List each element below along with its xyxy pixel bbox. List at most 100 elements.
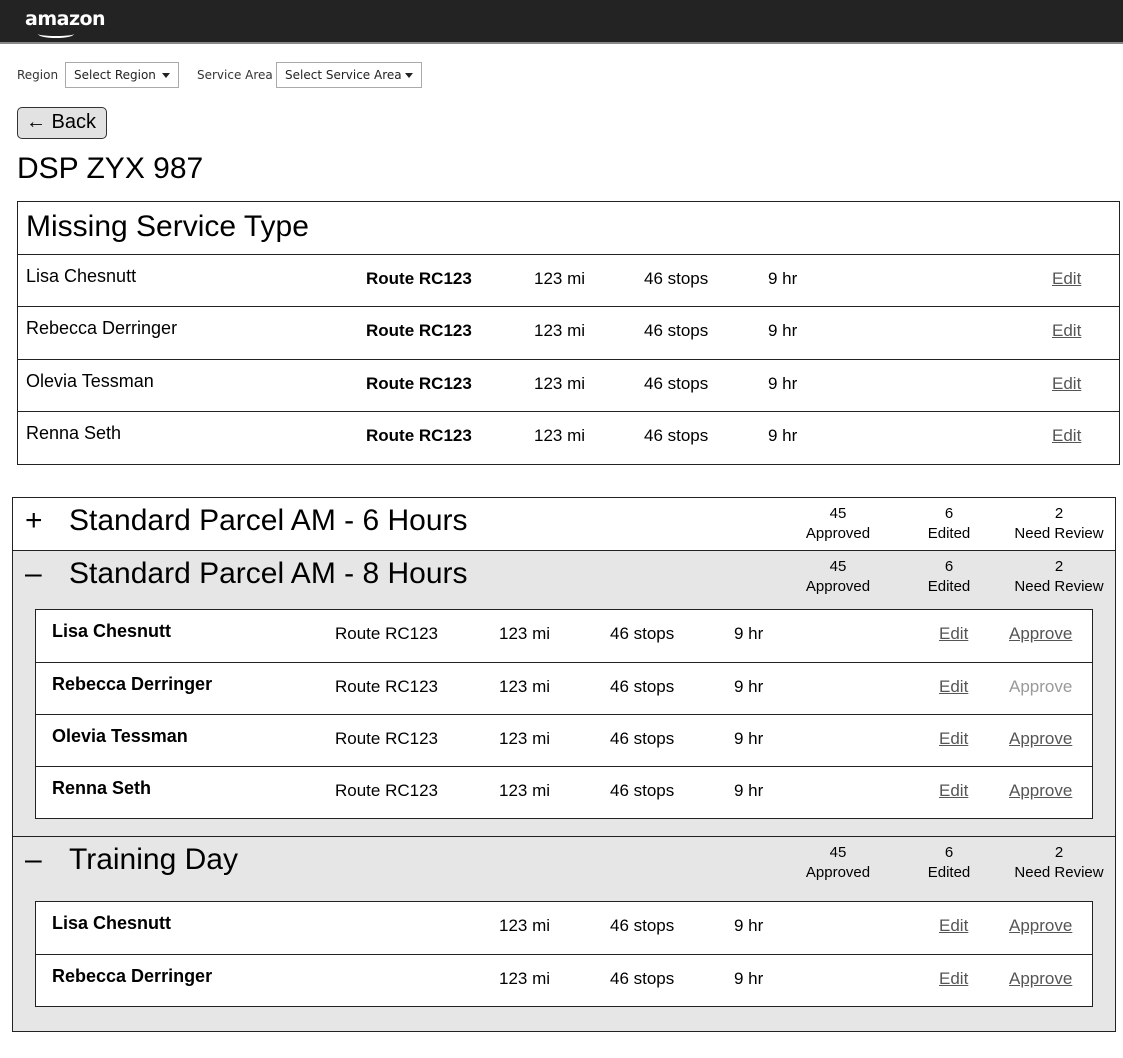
route: Route RC123	[366, 321, 472, 341]
approve-link[interactable]: Approve	[1009, 969, 1072, 989]
review-label: Need Review	[1014, 525, 1104, 542]
edited-label: Edited	[927, 864, 971, 881]
back-button[interactable]: ← Back	[17, 107, 107, 139]
approved-stat: 45 Approved	[778, 843, 898, 883]
table-row: Olevia Tessman Route RC123 123 mi 46 sto…	[36, 714, 1092, 766]
group-title: Training Day	[69, 843, 238, 876]
edit-link[interactable]: Edit	[939, 781, 968, 801]
top-bar: amazon	[0, 0, 1123, 44]
approved-count: 45	[829, 844, 847, 861]
stops: 46 stops	[610, 781, 675, 800]
hours: 9 hr	[768, 269, 798, 288]
collapse-icon[interactable]: –	[25, 557, 42, 591]
review-label: Need Review	[1014, 864, 1104, 881]
missing-service-type-table: Missing Service Type Lisa Chesnutt Route…	[17, 201, 1120, 465]
group-header[interactable]: – Standard Parcel AM - 8 Hours 45 Approve…	[13, 550, 1115, 602]
driver-name: Olevia Tessman	[52, 726, 188, 746]
driver-name: Rebecca Derringer	[52, 966, 213, 986]
edit-link[interactable]: Edit	[939, 969, 968, 989]
driver-name: Lisa Chesnutt	[26, 266, 137, 286]
edit-link[interactable]: Edit	[939, 916, 968, 936]
group-header[interactable]: – Training Day 45 Approved 6 Edited 2 Need …	[13, 836, 1115, 888]
edited-stat: 6 Edited	[889, 557, 1009, 597]
hours: 9 hr	[768, 425, 798, 445]
miles: 123 mi	[499, 781, 551, 800]
region-select[interactable]: Select Region	[65, 62, 179, 88]
group-header[interactable]: + Standard Parcel AM - 6 Hours 45 Approve…	[13, 498, 1115, 550]
hours: 9 hr	[734, 969, 764, 988]
approve-link[interactable]: Approve	[1009, 677, 1072, 697]
route: Route RC123	[366, 373, 472, 393]
edit-link[interactable]: Edit	[1052, 426, 1081, 446]
stops: 46 stops	[610, 677, 675, 696]
approve-link[interactable]: Approve	[1009, 781, 1072, 801]
region-select-value: Select Region	[74, 68, 156, 82]
need-review-stat: 2 Need Review	[999, 843, 1119, 883]
route: Route RC123	[366, 425, 472, 445]
group-title: Standard Parcel AM - 8 Hours	[69, 557, 468, 590]
hours: 9 hr	[734, 624, 764, 643]
hours: 9 hr	[734, 677, 764, 696]
hours: 9 hr	[734, 729, 764, 748]
approve-link[interactable]: Approve	[1009, 624, 1072, 644]
miles: 123 mi	[499, 969, 551, 988]
stops: 46 stops	[610, 624, 675, 643]
edited-stat: 6 Edited	[889, 843, 1009, 883]
edit-link[interactable]: Edit	[939, 729, 968, 749]
edit-link[interactable]: Edit	[939, 677, 968, 697]
collapse-icon[interactable]: –	[25, 843, 42, 877]
approved-label: Approved	[805, 864, 871, 881]
driver-name: Renna Seth	[26, 422, 122, 443]
stops: 46 stops	[644, 373, 709, 393]
approved-count: 45	[829, 505, 847, 522]
group-rows-table: Lisa Chesnutt Route RC123 123 mi 46 stop…	[35, 609, 1093, 819]
dropdown-caret-icon	[162, 73, 170, 78]
hours: 9 hr	[734, 781, 764, 800]
need-review-stat: 2 Need Review	[999, 504, 1119, 544]
approve-link[interactable]: Approve	[1009, 916, 1072, 936]
approved-label: Approved	[805, 525, 871, 542]
edited-label: Edited	[927, 578, 971, 595]
miles: 123 mi	[499, 729, 551, 748]
approved-stat: 45 Approved	[778, 557, 898, 597]
miles: 123 mi	[534, 269, 586, 288]
review-label: Need Review	[1014, 578, 1104, 595]
miles: 123 mi	[534, 321, 586, 341]
miles: 123 mi	[499, 677, 551, 696]
stops: 46 stops	[644, 321, 709, 341]
edited-count: 6	[944, 844, 954, 861]
driver-name: Rebecca Derringer	[26, 318, 178, 339]
edit-link[interactable]: Edit	[939, 624, 968, 644]
edit-link[interactable]: Edit	[1052, 269, 1081, 289]
amazon-smile-icon	[38, 30, 74, 38]
driver-name: Lisa Chesnutt	[52, 913, 172, 933]
driver-name: Rebecca Derringer	[52, 674, 213, 694]
page-title: DSP ZYX 987	[17, 152, 204, 185]
edited-label: Edited	[927, 525, 971, 542]
route: Route RC123	[335, 624, 439, 643]
table-row: Lisa Chesnutt Route RC123 123 mi 46 stop…	[36, 610, 1092, 662]
amazon-logo[interactable]: amazon	[25, 8, 106, 30]
service-area-select-value: Select Service Area	[285, 68, 402, 82]
approved-count: 45	[829, 558, 847, 575]
driver-name: Olevia Tessman	[26, 370, 154, 391]
edit-link[interactable]: Edit	[1052, 321, 1081, 341]
expand-icon[interactable]: +	[25, 504, 43, 538]
driver-name: Lisa Chesnutt	[52, 621, 172, 641]
table-row: Rebecca Derringer 123 mi 46 stops 9 hr E…	[36, 954, 1092, 1006]
edit-link[interactable]: Edit	[1052, 374, 1081, 394]
review-count: 2	[1054, 505, 1064, 522]
edited-count: 6	[944, 558, 954, 575]
approve-link[interactable]: Approve	[1009, 729, 1072, 749]
group-title: Standard Parcel AM - 6 Hours	[69, 504, 468, 537]
miles: 123 mi	[534, 373, 586, 393]
review-count: 2	[1054, 558, 1064, 575]
service-area-select[interactable]: Select Service Area	[276, 62, 422, 88]
table-row: Lisa Chesnutt 123 mi 46 stops 9 hr Edit …	[36, 902, 1092, 954]
route: Route RC123	[335, 729, 439, 748]
miles: 123 mi	[499, 916, 551, 935]
table-row: Rebecca Derringer Route RC123 123 mi 46 …	[18, 306, 1119, 358]
table-row: Rebecca Derringer Route RC123 123 mi 46 …	[36, 662, 1092, 714]
service-area-label: Service Area	[197, 68, 273, 82]
table-row: Renna Seth Route RC123 123 mi 46 stops 9…	[36, 766, 1092, 818]
